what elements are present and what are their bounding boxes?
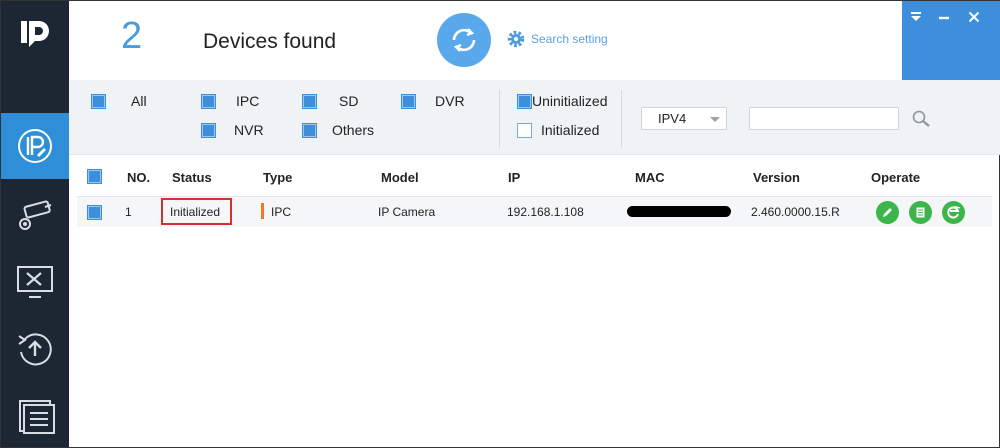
app-logo: [15, 13, 55, 53]
column-no: NO.: [127, 170, 151, 185]
filter-divider-2: [621, 90, 622, 148]
tools-icon: [17, 266, 53, 298]
list-icon: [19, 400, 55, 434]
gear-icon: [507, 30, 525, 48]
sidebar-item-list[interactable]: [1, 383, 69, 448]
search-setting-link[interactable]: Search setting: [506, 29, 608, 49]
sidebar-item-tools[interactable]: [1, 249, 69, 315]
edit-icon: [883, 208, 892, 217]
close-icon: [968, 11, 980, 23]
filter-all-label: All: [131, 93, 147, 109]
checkbox-initialized[interactable]: [517, 122, 532, 138]
mac-redacted: [627, 206, 731, 217]
close-button[interactable]: [964, 7, 984, 27]
search-setting-label: Search setting: [531, 32, 608, 46]
checkbox-others[interactable]: [302, 122, 317, 138]
row-type: IPC: [271, 205, 292, 219]
filter-others-label: Others: [332, 122, 375, 138]
refresh-icon: [452, 28, 476, 52]
filter-initialized[interactable]: Initialized: [517, 122, 599, 138]
filter-nvr-label: NVR: [234, 122, 264, 138]
filter-bar: All IPC SD DVR NVR Others Uninitialized: [69, 80, 1000, 155]
minimize-button[interactable]: [934, 7, 954, 27]
ip-version-select[interactable]: IPV4: [641, 107, 727, 130]
row-ip: 192.168.1.108: [507, 205, 584, 219]
menu-dropdown-icon: [911, 12, 921, 21]
filter-uninitialized-label: Uninitialized: [532, 93, 608, 109]
row-no: 1: [125, 205, 132, 219]
ip-version-value: IPV4: [658, 111, 687, 126]
column-status: Status: [172, 170, 212, 185]
upgrade-icon: [18, 333, 52, 366]
type-marker: [261, 203, 264, 219]
header: 2 Devices found Search setting: [69, 1, 1000, 80]
filter-sd[interactable]: SD: [302, 93, 358, 109]
devices-found-label: Devices found: [203, 30, 337, 53]
column-operate: Operate: [871, 170, 921, 185]
filter-sd-label: SD: [339, 93, 359, 109]
checkbox-dvr[interactable]: [401, 93, 416, 109]
status-badge: Initialized: [161, 198, 232, 225]
web-browser-icon: [947, 206, 961, 219]
row-version: 2.460.0000.15.R: [751, 205, 840, 219]
column-ip: IP: [508, 170, 521, 185]
column-version: Version: [753, 170, 800, 185]
checkbox-all[interactable]: [91, 93, 106, 109]
filter-uninitialized[interactable]: Uninitialized: [517, 93, 607, 109]
sidebar: [1, 1, 69, 447]
edit-button[interactable]: [876, 201, 899, 224]
checkbox-nvr[interactable]: [201, 122, 216, 138]
filter-others[interactable]: Others: [302, 122, 374, 138]
checkbox-uninitialized[interactable]: [517, 93, 532, 109]
sidebar-item-upgrade[interactable]: [1, 315, 69, 381]
row-checkbox[interactable]: [87, 205, 102, 220]
table-header: NO. Status Type Model IP MAC Version Ope…: [77, 159, 992, 197]
filter-divider: [499, 90, 500, 148]
camera-settings-icon: [19, 200, 52, 230]
sidebar-item-camera-settings[interactable]: [1, 183, 69, 249]
details-button[interactable]: [909, 201, 932, 224]
filter-nvr[interactable]: NVR: [201, 122, 264, 138]
search-input[interactable]: [749, 107, 899, 130]
filter-ipc[interactable]: IPC: [201, 93, 259, 109]
filter-dvr[interactable]: DVR: [401, 93, 465, 109]
device-count: 2: [121, 15, 143, 57]
filter-ipc-label: IPC: [236, 93, 260, 109]
filter-all[interactable]: All: [91, 93, 147, 109]
search-icon: [912, 110, 930, 127]
device-table: NO. Status Type Model IP MAC Version Ope…: [77, 159, 992, 227]
refresh-button[interactable]: [437, 13, 491, 67]
row-model: IP Camera: [378, 205, 436, 219]
checkbox-sd[interactable]: [302, 93, 317, 109]
search-button[interactable]: [911, 109, 931, 134]
minimize-icon: [939, 16, 949, 20]
ip-config-icon: [18, 129, 52, 163]
filter-initialized-label: Initialized: [541, 122, 600, 138]
chevron-down-icon: [710, 117, 720, 122]
column-type: Type: [263, 170, 293, 185]
menu-dropdown-button[interactable]: [906, 7, 926, 27]
details-icon: [916, 207, 925, 218]
window-controls: [902, 1, 1000, 80]
app-window: 2 Devices found Search setting All IPC S…: [0, 0, 1000, 448]
web-browser-button[interactable]: [942, 201, 965, 224]
filter-dvr-label: DVR: [435, 93, 465, 109]
checkbox-ipc[interactable]: [201, 93, 216, 109]
table-row[interactable]: 1 Initialized IPC IP Camera 192.168.1.10…: [77, 197, 992, 227]
column-model: Model: [381, 170, 419, 185]
sidebar-item-ip-config[interactable]: [1, 113, 69, 179]
column-mac: MAC: [635, 170, 665, 185]
select-all-checkbox[interactable]: [87, 169, 102, 184]
